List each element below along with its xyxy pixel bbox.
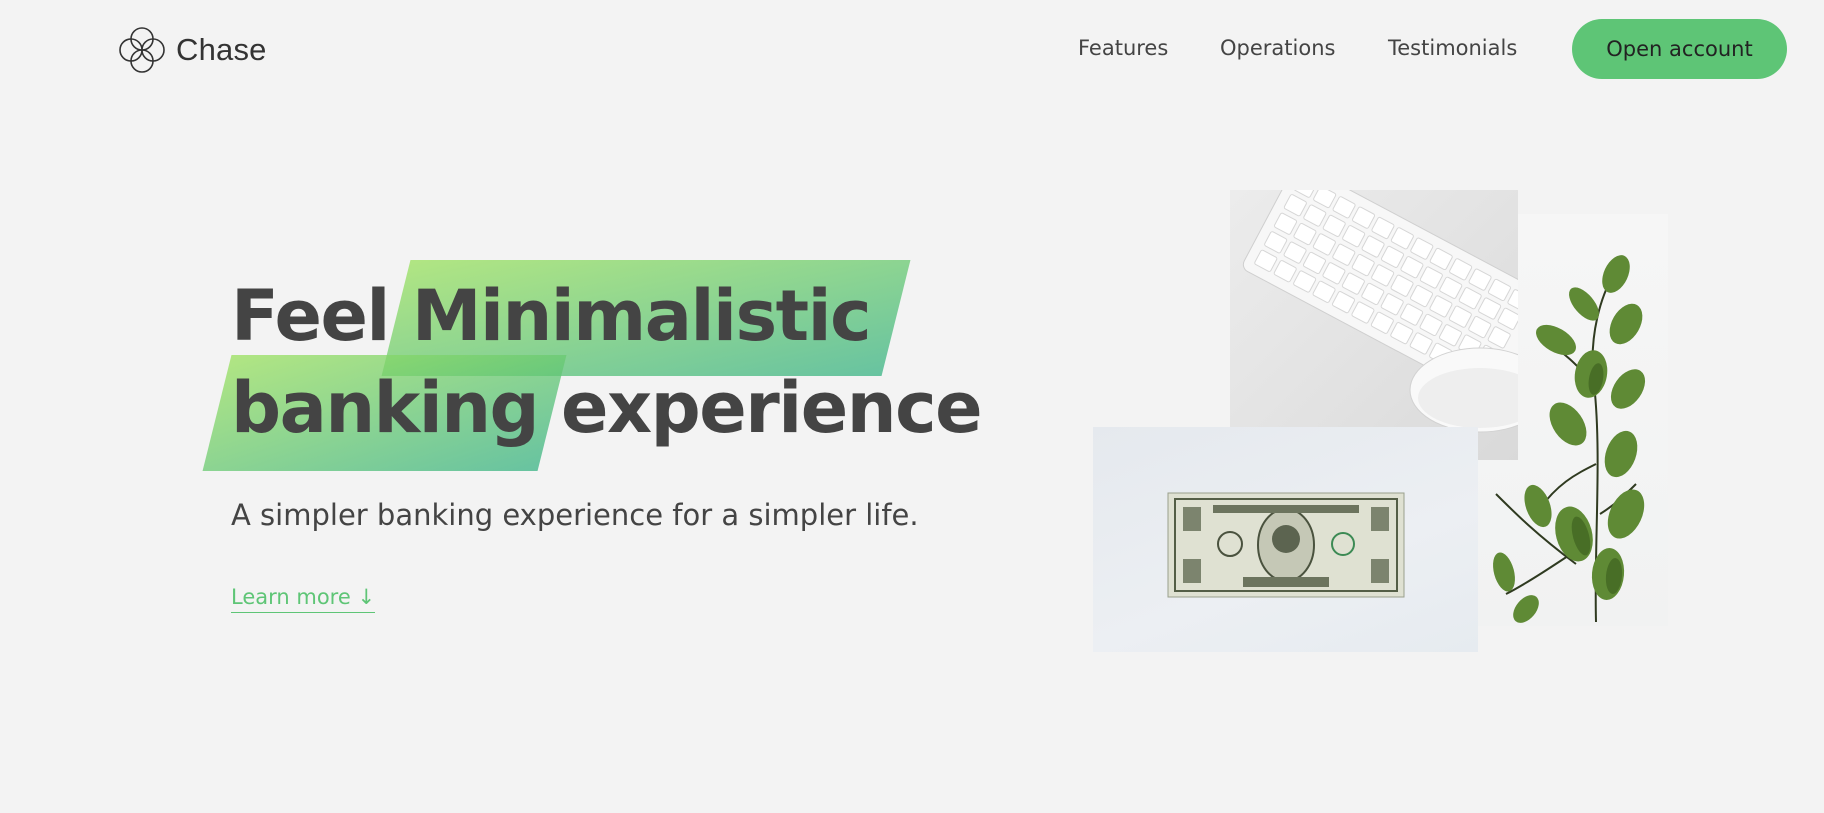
hero-title-highlight-minimalistic: Minimalistic — [412, 270, 872, 362]
brand-logo[interactable]: Chase — [116, 24, 267, 76]
four-circles-logo-icon — [119, 27, 165, 73]
top-navigation: Chase Features Operations Testimonials O… — [0, 0, 1824, 100]
nav-link-testimonials[interactable]: Testimonials — [1388, 36, 1517, 60]
hero-title-word-experience: experience — [561, 367, 983, 449]
hero-title-word-feel: Feel — [231, 275, 390, 357]
hero-title-highlight-banking: banking — [231, 362, 540, 454]
open-account-button[interactable]: Open account — [1572, 19, 1787, 79]
hero-title-line-1: Feel Minimalistic — [231, 270, 981, 362]
nav-link-operations[interactable]: Operations — [1220, 36, 1335, 60]
hero-title: Feel Minimalistic banking experience — [231, 270, 983, 454]
one-dollar-bill-photo — [1093, 427, 1478, 652]
learn-more-link[interactable]: Learn more ↓ — [231, 585, 376, 613]
nav-link-features[interactable]: Features — [1078, 36, 1168, 60]
brand-name: Chase — [176, 32, 267, 67]
hero-subtitle: A simpler banking experience for a simpl… — [231, 498, 919, 532]
keyboard-and-mouse-photo — [1230, 190, 1518, 460]
page: Chase Features Operations Testimonials O… — [0, 0, 1824, 813]
